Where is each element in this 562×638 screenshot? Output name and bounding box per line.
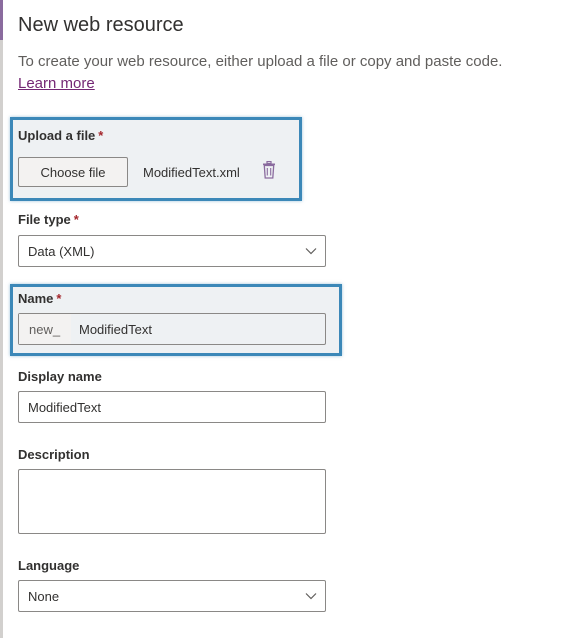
file-type-label-text: File type — [18, 212, 71, 227]
panel-left-accent — [0, 0, 3, 40]
language-select[interactable]: None — [18, 580, 326, 612]
name-prefix: new_ — [29, 322, 61, 337]
name-label-text: Name — [18, 291, 54, 306]
file-type-label: File type * — [18, 212, 79, 227]
language-label: Language — [18, 558, 80, 573]
language-value: None — [28, 589, 60, 604]
intro-text-block: To create your web resource, either uplo… — [18, 51, 548, 95]
display-name-input[interactable]: ModifiedText — [18, 391, 326, 423]
file-type-value: Data (XML) — [28, 244, 95, 259]
name-label: Name * — [18, 291, 61, 306]
description-textarea[interactable] — [18, 469, 326, 534]
panel-title: New web resource — [18, 14, 184, 36]
upload-label: Upload a file * — [18, 128, 103, 143]
intro-text: To create your web resource, either uplo… — [18, 53, 503, 70]
upload-label-text: Upload a file — [18, 128, 96, 143]
uploaded-file-name: ModifiedText.xml — [143, 165, 240, 180]
display-name-label: Display name — [18, 369, 102, 384]
name-value: ModifiedText — [79, 322, 152, 337]
name-prefix-box: new_ — [19, 314, 71, 344]
chevron-down-icon — [305, 593, 317, 600]
required-asterisk: * — [98, 128, 104, 143]
required-asterisk: * — [56, 291, 62, 306]
name-input[interactable]: new_ ModifiedText — [18, 313, 326, 345]
chevron-down-icon — [305, 248, 317, 255]
trash-icon[interactable] — [262, 161, 276, 179]
file-type-select[interactable]: Data (XML) — [18, 235, 326, 267]
required-asterisk: * — [73, 212, 79, 227]
display-name-value: ModifiedText — [28, 400, 101, 415]
choose-file-button[interactable]: Choose file — [18, 157, 128, 187]
description-label: Description — [18, 447, 90, 462]
learn-more-link[interactable]: Learn more — [18, 75, 95, 92]
panel-left-border — [0, 0, 3, 638]
